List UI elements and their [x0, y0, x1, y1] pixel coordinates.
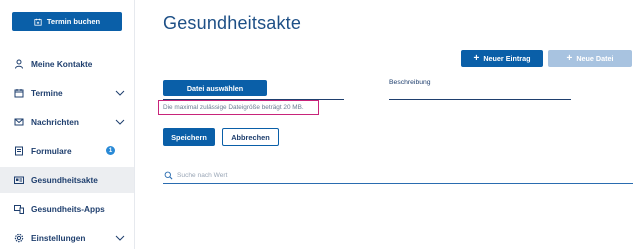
sidebar-item-settings[interactable]: Einstellungen: [0, 225, 134, 249]
description-field[interactable]: [389, 99, 571, 100]
search-input[interactable]: [177, 172, 617, 179]
health-record-icon: [13, 175, 24, 186]
choose-file-button[interactable]: Datei auswählen: [163, 80, 267, 96]
chevron-down-icon[interactable]: [115, 88, 125, 98]
sidebar-item-label: Nachrichten: [31, 117, 79, 127]
book-appointment-button[interactable]: Termin buchen: [12, 12, 122, 31]
apps-icon: [13, 204, 24, 215]
sidebar-item-label: Termine: [31, 88, 63, 98]
cancel-button[interactable]: Abbrechen: [222, 128, 279, 146]
sidebar-item-label: Gesundheits-Apps: [31, 204, 105, 214]
new-file-button[interactable]: + Neue Datei: [548, 50, 632, 67]
chevron-down-icon[interactable]: [115, 233, 125, 243]
form-icon: [13, 146, 24, 157]
sidebar-item-messages[interactable]: Nachrichten: [0, 109, 134, 135]
sidebar-item-forms[interactable]: Formulare 1: [0, 138, 134, 164]
new-entry-button[interactable]: + Neuer Eintrag: [461, 50, 543, 67]
sidebar-item-appointments[interactable]: Termine: [0, 80, 134, 106]
book-appointment-label: Termin buchen: [46, 17, 101, 26]
calendar-icon: [13, 88, 24, 99]
sidebar-item-label: Meine Kontakte: [31, 59, 93, 69]
forms-count-badge: 1: [106, 146, 115, 155]
sidebar-item-contacts[interactable]: Meine Kontakte: [0, 51, 134, 77]
new-entry-label: Neuer Eintrag: [483, 54, 531, 63]
sidebar-item-health-record[interactable]: Gesundheitsakte: [0, 167, 134, 193]
sidebar-item-label: Formulare: [31, 146, 72, 156]
new-file-label: Neue Datei: [576, 54, 614, 63]
mail-icon: [13, 117, 24, 128]
save-button[interactable]: Speichern: [163, 128, 215, 146]
contacts-icon: [13, 59, 24, 70]
search-icon: [164, 171, 173, 180]
sidebar: Termin buchen Meine Kontakte Termine Nac…: [0, 0, 135, 249]
description-label: Beschreibung: [389, 79, 431, 86]
settings-icon: [13, 233, 24, 244]
page-title: Gesundheitsakte: [163, 13, 302, 33]
chevron-down-icon[interactable]: [115, 117, 125, 127]
sidebar-item-label: Einstellungen: [31, 233, 86, 243]
plus-icon: +: [473, 52, 480, 64]
sidebar-item-label: Gesundheitsakte: [31, 175, 98, 185]
search-bar: [163, 168, 633, 184]
sidebar-item-health-apps[interactable]: Gesundheits-Apps: [0, 196, 134, 222]
plus-icon: +: [566, 52, 573, 64]
file-size-note: Die maximal zulässige Dateigröße beträgt…: [158, 100, 319, 115]
calendar-plus-icon: [34, 18, 42, 26]
file-size-note-text: Die maximal zulässige Dateigröße beträgt…: [163, 104, 304, 111]
